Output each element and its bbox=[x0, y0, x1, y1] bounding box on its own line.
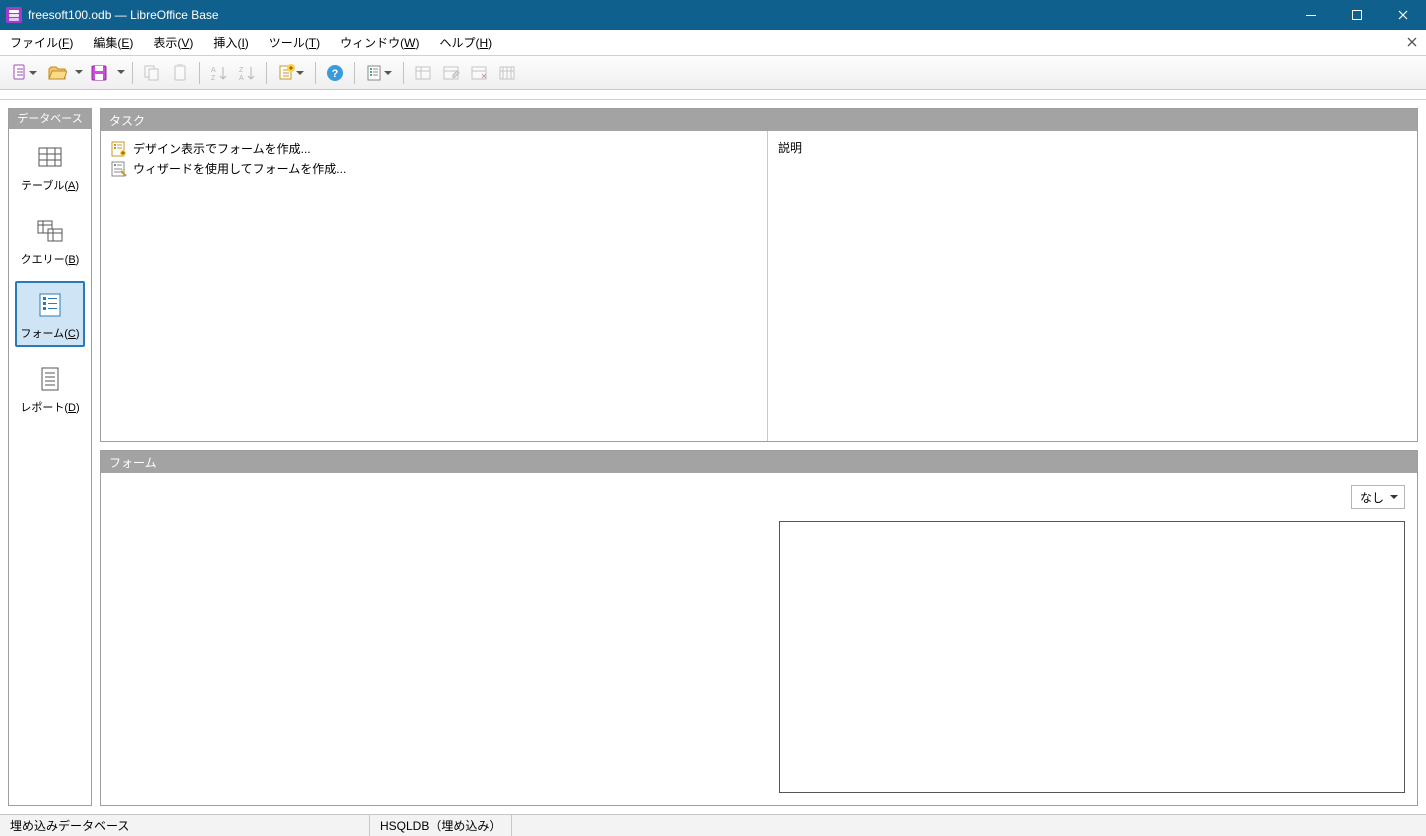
report-icon bbox=[36, 365, 64, 396]
menu-file[interactable]: ファイル(F) bbox=[0, 30, 83, 56]
toolbar-separator bbox=[266, 62, 267, 84]
sidebar-header: データベース bbox=[9, 109, 91, 129]
save-button[interactable] bbox=[86, 60, 112, 86]
preview-box bbox=[779, 521, 1405, 793]
form-button[interactable] bbox=[361, 60, 397, 86]
window-title: freesoft100.odb — LibreOffice Base bbox=[28, 8, 1288, 22]
form-icon bbox=[36, 291, 64, 322]
toolbar-separator bbox=[315, 62, 316, 84]
wizard-form-icon bbox=[111, 161, 127, 177]
task-label: デザイン表示でフォームを作成... bbox=[133, 139, 311, 159]
edit-object-button[interactable] bbox=[438, 60, 464, 86]
table-icon bbox=[36, 143, 64, 174]
titlebar: freesoft100.odb — LibreOffice Base bbox=[0, 0, 1426, 30]
toolbar: AZ ZA ? bbox=[0, 56, 1426, 90]
rename-object-button[interactable] bbox=[494, 60, 520, 86]
window-controls bbox=[1288, 0, 1426, 30]
open-object-button[interactable] bbox=[410, 60, 436, 86]
status-left: 埋め込みデータベース bbox=[0, 815, 370, 836]
preview-view-select[interactable]: なし bbox=[1351, 485, 1405, 509]
task-create-form-design[interactable]: デザイン表示でフォームを作成... bbox=[111, 139, 757, 159]
sidebar-item-reports[interactable]: レポート(D) bbox=[15, 355, 85, 421]
menu-edit[interactable]: 編集(E) bbox=[83, 30, 143, 56]
menubar: ファイル(F) 編集(E) 表示(V) 挿入(I) ツール(T) ウィンドウ(W… bbox=[0, 30, 1426, 56]
forms-panel: フォーム なし bbox=[100, 450, 1418, 806]
toolbar-separator bbox=[354, 62, 355, 84]
maximize-button[interactable] bbox=[1334, 0, 1380, 30]
sidebar-item-queries[interactable]: クエリー(B) bbox=[15, 207, 85, 273]
forms-panel-header: フォーム bbox=[101, 451, 1417, 473]
toolbar-separator bbox=[403, 62, 404, 84]
menu-insert[interactable]: 挿入(I) bbox=[203, 30, 258, 56]
tasks-list: デザイン表示でフォームを作成... ウィザードを使用してフォームを作成... bbox=[101, 131, 767, 441]
copy-button[interactable] bbox=[139, 60, 165, 86]
menu-window[interactable]: ウィンドウ(W) bbox=[330, 30, 429, 56]
menu-tools[interactable]: ツール(T) bbox=[259, 30, 330, 56]
sidebar: データベース テーブル(A) クエリー(B) フォーム(C) レポート(D) bbox=[8, 108, 92, 806]
statusbar: 埋め込みデータベース HSQLDB（埋め込み） bbox=[0, 814, 1426, 836]
close-document-icon[interactable] bbox=[1404, 34, 1420, 50]
task-create-form-wizard[interactable]: ウィザードを使用してフォームを作成... bbox=[111, 159, 757, 179]
task-label: ウィザードを使用してフォームを作成... bbox=[133, 159, 346, 179]
new-document-button[interactable] bbox=[6, 60, 42, 86]
sidebar-item-forms[interactable]: フォーム(C) bbox=[15, 281, 85, 347]
toolbar-separator-bar bbox=[0, 90, 1426, 100]
query-icon bbox=[36, 217, 64, 248]
new-form-button[interactable] bbox=[273, 60, 309, 86]
forms-preview-pane: なし bbox=[767, 473, 1417, 805]
sort-asc-button[interactable]: AZ bbox=[206, 60, 232, 86]
main-area: タスク デザイン表示でフォームを作成... ウィザードを使用してフォームを作成.… bbox=[100, 108, 1418, 806]
task-description-panel: 説明 bbox=[767, 131, 1417, 441]
app-icon bbox=[6, 7, 22, 23]
design-form-icon bbox=[111, 141, 127, 157]
svg-text:A: A bbox=[239, 75, 244, 82]
save-dropdown-button[interactable] bbox=[114, 60, 126, 86]
workspace: データベース テーブル(A) クエリー(B) フォーム(C) レポート(D) タ… bbox=[0, 100, 1426, 814]
delete-object-button[interactable] bbox=[466, 60, 492, 86]
toolbar-separator bbox=[199, 62, 200, 84]
sidebar-item-label: テーブル(A) bbox=[21, 177, 79, 193]
svg-text:?: ? bbox=[332, 68, 339, 80]
forms-list[interactable] bbox=[101, 473, 767, 805]
open-dropdown-button[interactable] bbox=[72, 60, 84, 86]
paste-button[interactable] bbox=[167, 60, 193, 86]
close-button[interactable] bbox=[1380, 0, 1426, 30]
help-button[interactable]: ? bbox=[322, 60, 348, 86]
tasks-panel-header: タスク bbox=[101, 109, 1417, 131]
sidebar-item-label: レポート(D) bbox=[20, 399, 79, 415]
sidebar-item-label: クエリー(B) bbox=[21, 251, 80, 267]
open-button[interactable] bbox=[44, 60, 70, 86]
description-label: 説明 bbox=[778, 139, 1407, 156]
minimize-button[interactable] bbox=[1288, 0, 1334, 30]
svg-text:Z: Z bbox=[211, 75, 216, 82]
sort-desc-button[interactable]: ZA bbox=[234, 60, 260, 86]
svg-text:A: A bbox=[211, 67, 216, 74]
toolbar-separator bbox=[132, 62, 133, 84]
sidebar-item-tables[interactable]: テーブル(A) bbox=[15, 133, 85, 199]
menu-view[interactable]: 表示(V) bbox=[143, 30, 203, 56]
menu-help[interactable]: ヘルプ(H) bbox=[429, 30, 502, 56]
status-db: HSQLDB（埋め込み） bbox=[370, 815, 512, 836]
svg-text:Z: Z bbox=[239, 67, 244, 74]
sidebar-item-label: フォーム(C) bbox=[21, 325, 80, 341]
tasks-panel: タスク デザイン表示でフォームを作成... ウィザードを使用してフォームを作成.… bbox=[100, 108, 1418, 442]
